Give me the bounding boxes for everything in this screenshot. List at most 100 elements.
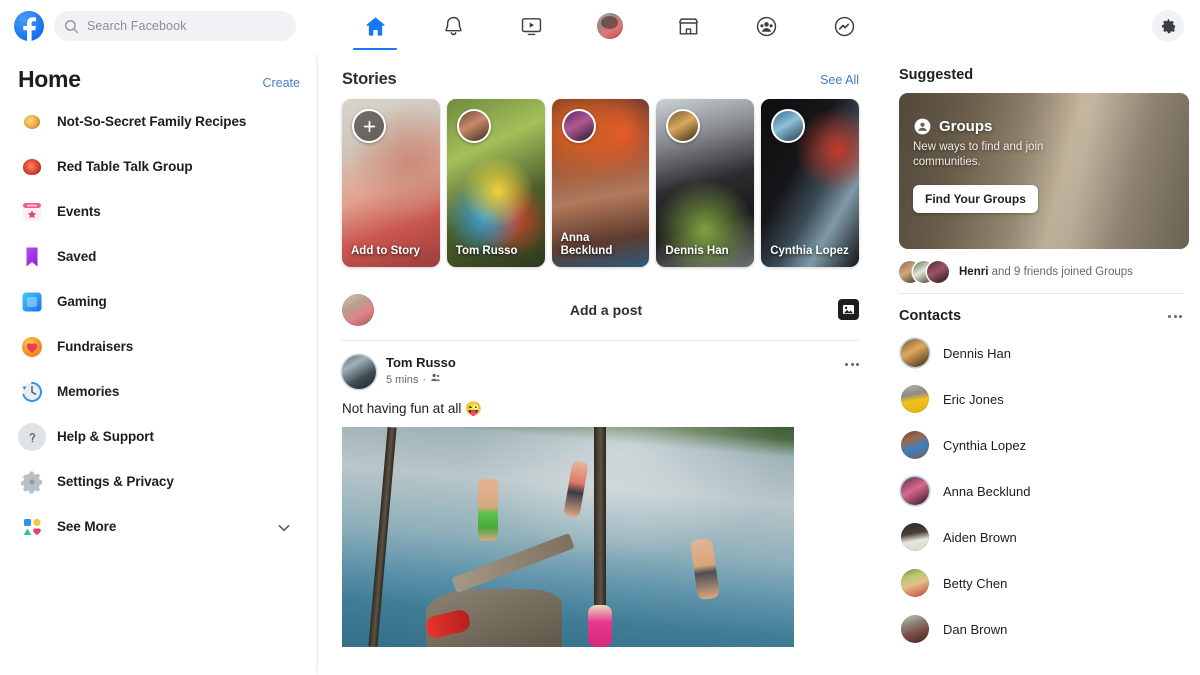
marketplace-storefront-icon <box>678 17 699 35</box>
story-name: Cynthia Lopez <box>770 245 849 257</box>
main-feed: Stories See All Add to Story Tom Russo A… <box>318 52 883 675</box>
sidebar-item-saved[interactable]: Saved <box>12 234 306 279</box>
avatar <box>901 569 929 597</box>
story-name: Dennis Han <box>665 245 729 257</box>
sidebar-item-label: See More <box>57 519 117 534</box>
contact-cynthia-lopez[interactable]: Cynthia Lopez <box>899 422 1184 468</box>
story-card-cynthia-lopez[interactable]: Cynthia Lopez <box>761 99 859 267</box>
more-options-icon <box>845 363 859 366</box>
story-avatar <box>456 109 491 143</box>
post-timestamp: 5 mins <box>386 373 419 386</box>
facebook-logo-icon[interactable] <box>14 11 44 41</box>
contact-aiden-brown[interactable]: Aiden Brown <box>899 514 1184 560</box>
groups-card-title-row: Groups <box>913 117 992 136</box>
sidebar-item-gaming[interactable]: Gaming <box>12 279 306 324</box>
avatar <box>901 523 929 551</box>
sidebar-item-settings-privacy[interactable]: Settings & Privacy <box>12 459 306 504</box>
memories-clock-icon <box>18 378 46 406</box>
nav-tab-notifications[interactable] <box>422 2 484 50</box>
contact-dan-brown[interactable]: Dan Brown <box>899 606 1184 652</box>
story-card-tom-russo[interactable]: Tom Russo <box>446 99 545 267</box>
post-composer[interactable]: Add a post <box>342 289 859 341</box>
suggested-title: Suggested <box>899 67 974 83</box>
contact-name: Cynthia Lopez <box>943 437 1027 453</box>
sidebar-item-recipes[interactable]: Not-So-Secret Family Recipes <box>12 99 306 144</box>
sidebar-item-red-table-talk[interactable]: Red Table Talk Group <box>12 144 306 189</box>
add-photo-button[interactable] <box>838 299 859 320</box>
composer-avatar <box>342 293 374 326</box>
nav-tab-messenger[interactable] <box>814 2 876 50</box>
group-thumbnail-recipes-icon <box>18 108 46 136</box>
search-input[interactable]: Search Facebook <box>54 11 296 41</box>
sidebar-item-help-support[interactable]: Help & Support <box>12 414 306 459</box>
story-avatar <box>771 109 806 143</box>
groups-card-subtitle: New ways to find and join communities. <box>913 141 1044 168</box>
settings-button[interactable] <box>1152 10 1184 42</box>
photo-tree <box>368 427 397 647</box>
sidebar-item-fundraisers[interactable]: Fundraisers <box>12 324 306 369</box>
sidebar-item-see-more[interactable]: See More <box>12 504 306 549</box>
gear-icon <box>1161 18 1176 33</box>
contacts-title: Contacts <box>899 308 962 324</box>
nav-tab-home[interactable] <box>344 2 406 50</box>
nav-tab-groups[interactable] <box>736 2 798 50</box>
post-more-options-button[interactable] <box>845 363 859 366</box>
fundraisers-heart-icon <box>18 333 46 361</box>
sidebar-item-memories[interactable]: Memories <box>12 369 306 414</box>
avatar <box>927 261 949 283</box>
post-meta-separator: · <box>422 373 427 386</box>
find-your-groups-button[interactable]: Find Your Groups <box>913 185 1038 213</box>
avatar <box>901 339 929 367</box>
sidebar-item-events[interactable]: Events <box>12 189 306 234</box>
story-avatar <box>666 109 701 143</box>
contacts-more-options-button[interactable] <box>1168 314 1182 318</box>
post-meta: 5 mins · <box>386 372 456 387</box>
sidebar-item-label: Red Table Talk Group <box>57 159 193 174</box>
story-name: Anna Becklund <box>560 232 613 257</box>
avatar <box>901 385 929 413</box>
top-navigation-bar: Search Facebook <box>0 0 1200 52</box>
stories-row: Add to Story Tom Russo Anna Becklund Den… <box>318 99 883 267</box>
avatar <box>901 477 929 505</box>
contact-betty-chen[interactable]: Betty Chen <box>899 560 1184 606</box>
groups-icon <box>914 118 931 135</box>
nav-tab-profile[interactable] <box>579 2 641 50</box>
sidebar-item-label: Events <box>57 204 101 219</box>
sidebar-item-label: Not-So-Secret Family Recipes <box>57 114 247 129</box>
contact-anna-becklund[interactable]: Anna Becklund <box>899 468 1184 514</box>
sidebar-item-label: Saved <box>57 249 97 264</box>
photo-image-icon <box>842 304 855 315</box>
sidebar-item-label: Gaming <box>57 294 107 309</box>
contact-name: Dan Brown <box>943 621 1008 637</box>
joined-avatars <box>899 261 955 283</box>
story-card-add-to-story[interactable]: Add to Story <box>342 99 440 267</box>
joined-text: Henri and 9 friends joined Groups <box>959 266 1133 278</box>
sidebar-item-label: Fundraisers <box>57 339 134 354</box>
contact-name: Eric Jones <box>943 391 1004 407</box>
post-text: Not having fun at all 😜 <box>342 401 482 416</box>
friends-audience-icon <box>430 372 441 387</box>
story-card-dennis-han[interactable]: Dennis Han <box>656 99 755 267</box>
groups-card-title: Groups <box>939 118 993 135</box>
suggested-groups-card[interactable]: Groups New ways to find and join communi… <box>899 93 1189 249</box>
contact-name: Betty Chen <box>943 575 1008 591</box>
contact-dennis-han[interactable]: Dennis Han <box>899 330 1184 376</box>
contact-name: Anna Becklund <box>943 483 1031 499</box>
story-card-anna-becklund[interactable]: Anna Becklund <box>551 99 650 267</box>
groups-joined-row[interactable]: Henri and 9 friends joined Groups <box>899 249 1184 294</box>
photo-person <box>588 605 612 647</box>
joined-rest: and 9 friends joined Groups <box>988 266 1133 278</box>
post-author-name[interactable]: Tom Russo <box>386 355 456 371</box>
add-post-input[interactable]: Add a post <box>570 302 642 318</box>
stories-see-all-link[interactable]: See All <box>820 73 859 87</box>
events-calendar-icon <box>18 198 46 226</box>
post-photo[interactable] <box>342 427 794 647</box>
create-link[interactable]: Create <box>262 76 300 90</box>
nav-tab-watch[interactable] <box>501 2 563 50</box>
photo-person <box>478 479 498 541</box>
avatar <box>901 615 929 643</box>
story-avatar <box>561 109 596 143</box>
contact-eric-jones[interactable]: Eric Jones <box>899 376 1184 422</box>
post-author-avatar[interactable] <box>342 355 376 389</box>
nav-tab-marketplace[interactable] <box>657 2 719 50</box>
